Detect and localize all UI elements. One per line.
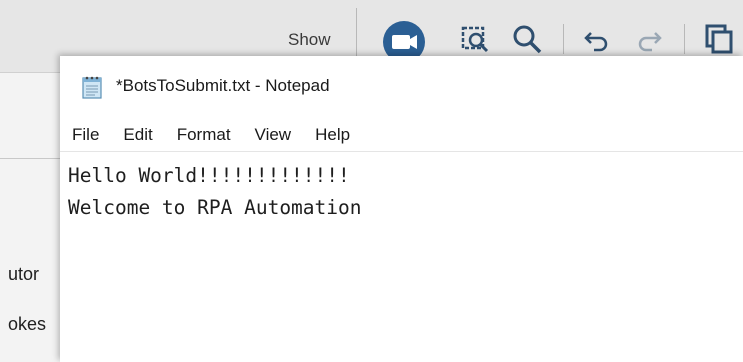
notepad-icon: [82, 76, 102, 99]
redo-icon[interactable]: [634, 24, 664, 54]
notepad-titlebar[interactable]: *BotsToSubmit.txt - Notepad: [60, 56, 743, 114]
background-text-2: okes: [8, 314, 47, 334]
search-icon[interactable]: [512, 24, 542, 54]
show-button[interactable]: Show: [288, 30, 331, 50]
editor-line-1: Hello World!!!!!!!!!!!!!: [68, 164, 350, 187]
background-divider: [0, 158, 60, 159]
menu-edit[interactable]: Edit: [123, 125, 152, 145]
menu-view[interactable]: View: [255, 125, 292, 145]
notepad-window[interactable]: *BotsToSubmit.txt - Notepad File Edit Fo…: [60, 56, 743, 362]
window-title: *BotsToSubmit.txt - Notepad: [116, 76, 330, 95]
background-text-1: utor: [8, 264, 40, 284]
toolbar-separator: [563, 24, 564, 54]
text-editor[interactable]: Hello World!!!!!!!!!!!!! Welcome to RPA …: [60, 154, 743, 362]
toolbar-separator: [684, 24, 685, 54]
zoom-region-icon[interactable]: [460, 24, 490, 54]
menu-help[interactable]: Help: [315, 125, 350, 145]
menu-bar: File Edit Format View Help: [60, 118, 743, 152]
undo-icon[interactable]: [582, 24, 612, 54]
toolbar-separator: [356, 8, 357, 58]
menu-format[interactable]: Format: [177, 125, 231, 145]
editor-line-2: Welcome to RPA Automation: [68, 196, 362, 219]
copy-icon[interactable]: [705, 24, 743, 54]
menu-file[interactable]: File: [72, 125, 99, 145]
